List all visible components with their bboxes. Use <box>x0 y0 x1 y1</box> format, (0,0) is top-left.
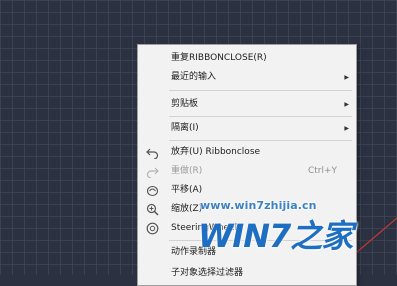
menu-item-clipboard[interactable]: 剪贴板 ▶ <box>138 95 356 114</box>
menu-item-label: 重做(R) <box>171 166 203 176</box>
menu-item-label: 子对象选择过滤器 <box>171 268 244 278</box>
undo-icon <box>146 146 159 160</box>
watermark-logo: WIN7之家 <box>198 217 353 255</box>
watermark: www.win7zhijia.cn WIN7之家 <box>198 199 378 255</box>
submenu-arrow-icon: ▶ <box>344 125 349 132</box>
menu-separator <box>169 140 352 141</box>
menu-item-shortcut: Ctrl+Y <box>307 166 337 176</box>
menu-separator <box>169 90 352 91</box>
menu-item-label: 最近的输入 <box>171 72 217 82</box>
zoom-icon <box>146 203 159 216</box>
steering-wheel-icon <box>146 222 159 235</box>
menu-item-pan[interactable]: 平移(A) <box>138 181 356 200</box>
menu-item-label: 重复RIBBONCLOSE(R) <box>171 53 267 63</box>
submenu-arrow-icon: ▶ <box>344 74 349 81</box>
redo-icon <box>146 165 159 179</box>
menu-item-isolate[interactable]: 隔离(I) ▶ <box>138 119 356 138</box>
pan-icon <box>146 184 159 197</box>
menu-item-repeat-ribbonclose[interactable]: 重复RIBBONCLOSE(R) <box>138 49 356 68</box>
menu-item-label: 隔离(I) <box>171 123 199 133</box>
menu-item-redo: 重做(R) Ctrl+Y <box>138 162 356 181</box>
menu-item-subobject-filter[interactable]: 子对象选择过滤器 <box>138 264 356 283</box>
submenu-arrow-icon: ▶ <box>344 101 349 108</box>
menu-item-undo[interactable]: 放弃(U) Ribbonclose <box>138 143 356 162</box>
menu-item-label: 剪贴板 <box>171 99 199 109</box>
menu-item-label: 放弃(U) Ribbonclose <box>171 147 261 157</box>
menu-item-label: 平移(A) <box>171 185 203 195</box>
menu-separator <box>169 116 352 117</box>
menu-item-recent-input[interactable]: 最近的输入 ▶ <box>138 68 356 87</box>
